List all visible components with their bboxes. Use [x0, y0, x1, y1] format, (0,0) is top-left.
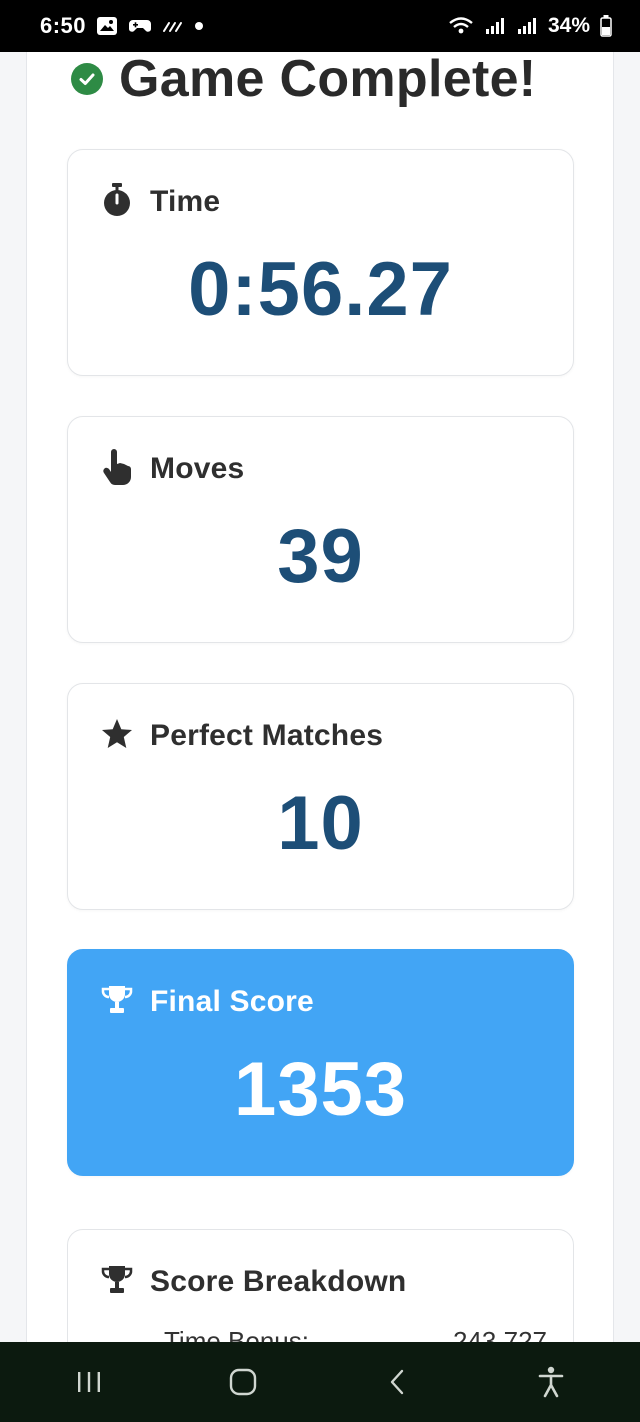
- cell-signal-icon: [484, 17, 506, 35]
- stopwatch-icon: [100, 182, 134, 223]
- perfect-matches-card: Perfect Matches 10: [67, 683, 574, 910]
- moves-label: Moves: [150, 452, 245, 485]
- game-controller-icon: [128, 16, 152, 36]
- system-navigation-bar: [0, 1342, 640, 1422]
- check-circle-icon: [71, 63, 103, 95]
- score-breakdown-card: Score Breakdown Time Bonus: 243.727: [67, 1229, 574, 1342]
- score-breakdown-title: Score Breakdown: [150, 1265, 407, 1298]
- trophy-icon: [100, 983, 134, 1022]
- time-value: 0:56.27: [188, 247, 453, 332]
- page-heading: Game Complete!: [71, 52, 536, 108]
- final-score-value: 1353: [233, 1047, 408, 1132]
- wifi-icon: [448, 16, 474, 36]
- signal-activity-icon: [162, 19, 184, 33]
- home-button[interactable]: [203, 1352, 283, 1412]
- trophy-icon: [100, 1263, 134, 1302]
- breakdown-row-label: Time Bonus:: [164, 1326, 309, 1342]
- gallery-icon: [96, 16, 118, 36]
- final-score-card: Final Score 1353: [67, 949, 574, 1176]
- battery-icon: [600, 15, 612, 37]
- home-icon: [229, 1368, 257, 1396]
- perfect-matches-label: Perfect Matches: [150, 719, 384, 752]
- status-bar: 6:50 34%: [0, 0, 640, 52]
- recent-apps-icon: [78, 1372, 100, 1392]
- star-icon: [100, 717, 134, 756]
- breakdown-row-value: 243.727: [453, 1326, 547, 1342]
- page-title: Game Complete!: [119, 52, 537, 108]
- breakdown-row: Time Bonus: 243.727: [164, 1326, 547, 1342]
- back-chevron-icon: [390, 1369, 404, 1395]
- recent-apps-button[interactable]: [49, 1352, 129, 1412]
- back-button[interactable]: [357, 1352, 437, 1412]
- final-score-label: Final Score: [150, 985, 314, 1018]
- notification-dot-icon: [194, 21, 204, 31]
- moves-card: Moves 39: [67, 416, 574, 643]
- time-card: Time 0:56.27: [67, 149, 574, 376]
- moves-value: 39: [277, 514, 364, 599]
- time-label: Time: [150, 185, 221, 218]
- perfect-matches-value: 10: [277, 781, 364, 866]
- accessibility-button[interactable]: [511, 1352, 591, 1412]
- results-panel: Game Complete! Time 0:56.27 Moves 39 Per…: [26, 52, 614, 1342]
- battery-percentage: 34%: [547, 14, 590, 37]
- accessibility-icon: [538, 1366, 564, 1398]
- pointer-hand-icon: [100, 448, 134, 491]
- status-time: 6:50: [40, 13, 87, 38]
- cell-signal-icon-2: [516, 17, 538, 35]
